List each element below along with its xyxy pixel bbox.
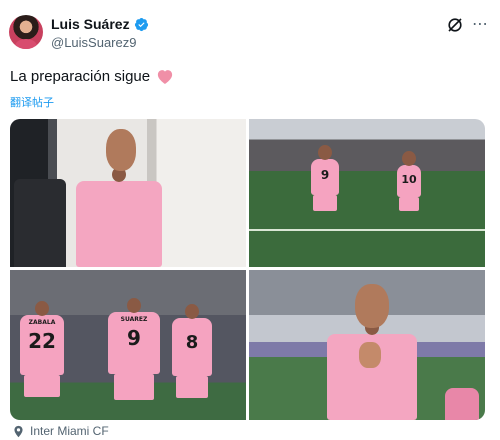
tweet-text-content: La preparación sigue <box>10 68 151 85</box>
background-player <box>445 388 479 420</box>
player-number-22: ZABALA 22 <box>20 301 64 375</box>
media-photo-applause[interactable] <box>249 270 485 420</box>
author-name-row: Luis Suárez <box>51 16 149 32</box>
more-options-icon[interactable]: ⋯ <box>472 16 492 34</box>
tweet-text: La preparación sigue <box>10 68 174 85</box>
player-head <box>106 129 136 171</box>
location-pin-icon <box>14 425 23 437</box>
shorts <box>313 195 337 211</box>
jersey-number-22: 22 <box>28 329 56 353</box>
jersey-name-suarez: SUAREZ <box>120 316 148 323</box>
grok-icon[interactable] <box>447 17 463 33</box>
shorts <box>24 375 60 397</box>
shorts <box>176 376 208 398</box>
pitch-line <box>249 229 485 231</box>
pink-heart-emoji <box>157 70 173 84</box>
author-block[interactable]: Luis Suárez @LuisSuarez9 <box>51 16 149 50</box>
jersey-number-9-back: 9 <box>127 326 141 350</box>
player-number-9: 9 <box>311 145 339 195</box>
media-grid: 9 10 ZABALA 22 SUAREZ 9 8 <box>10 119 485 420</box>
shorts <box>114 374 154 400</box>
author-handle[interactable]: @LuisSuarez9 <box>51 35 149 50</box>
player-number-10: 10 <box>397 151 421 197</box>
tweet-card[interactable]: Luis Suárez @LuisSuarez9 ⋯ La preparació… <box>0 0 500 440</box>
jersey-number-8: 8 <box>185 332 199 353</box>
player-number-9-walking: SUAREZ 9 <box>108 298 160 374</box>
media-photo-tunnel[interactable] <box>10 119 246 267</box>
background-staff <box>14 179 66 267</box>
player-suarez-tunnel <box>76 129 162 267</box>
player-number-8: 8 <box>172 304 212 376</box>
author-display-name[interactable]: Luis Suárez <box>51 16 130 32</box>
jersey-number-10: 10 <box>401 173 417 186</box>
media-photo-pitch[interactable]: 9 10 <box>249 119 485 267</box>
player-suarez-clapping <box>327 284 417 420</box>
translate-post-link[interactable]: 翻译帖子 <box>10 94 54 110</box>
source-attribution[interactable]: Inter Miami CF <box>12 424 109 438</box>
verified-badge-icon <box>134 17 148 31</box>
player-head <box>355 284 389 328</box>
jersey-number-9: 9 <box>320 168 330 182</box>
hands <box>359 342 381 368</box>
media-photo-team-walk[interactable]: ZABALA 22 SUAREZ 9 8 <box>10 270 246 420</box>
shorts <box>399 197 419 211</box>
author-avatar[interactable] <box>9 15 43 49</box>
source-label[interactable]: Inter Miami CF <box>30 424 109 438</box>
jersey-name-zabala: ZABALA <box>28 319 56 326</box>
